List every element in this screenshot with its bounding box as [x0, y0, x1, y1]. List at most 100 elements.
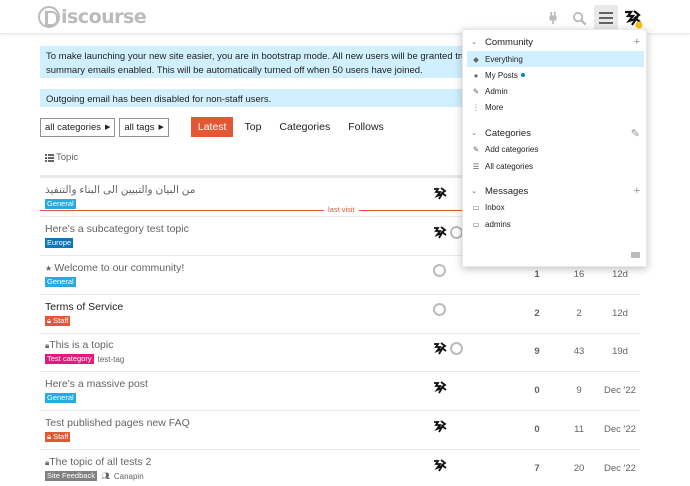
topic-posters [433, 225, 463, 239]
poster-avatar[interactable] [433, 458, 447, 472]
reply-count[interactable]: 0 [525, 385, 549, 396]
view-count: 11 [574, 424, 584, 435]
activity-time[interactable]: Dec '22 [600, 463, 640, 474]
categories-dropdown[interactable]: all categories ▶ [40, 117, 116, 137]
keyboard-icon[interactable] [631, 252, 640, 258]
topic-title-link[interactable]: Here's a subcategory test topic [45, 223, 189, 235]
poster-avatar[interactable] [433, 225, 447, 239]
menu-item-label: More [485, 102, 504, 112]
activity-time[interactable]: 19d [600, 346, 640, 357]
menu-item-all-categories[interactable]: ☰ All categories [467, 158, 644, 174]
reply-count[interactable]: 9 [525, 346, 549, 357]
topic-posters [433, 303, 446, 316]
topic-categories: 🔒︎ Staff [45, 316, 74, 326]
caret-right-icon: ▶ [158, 124, 164, 131]
avatar[interactable] [622, 7, 644, 29]
menu-item-add-categories[interactable]: ✎ Add categories [467, 141, 644, 157]
view-count: 16 [573, 269, 585, 280]
reply-count[interactable]: 7 [525, 463, 549, 474]
poster-avatar[interactable] [433, 186, 447, 200]
topic-posters [433, 264, 446, 277]
topic-categories: Site Feedback 👥︎ Canapin [45, 471, 144, 481]
categories-section-title: Categories [485, 127, 531, 139]
tags-dropdown[interactable]: all tags ▶ [119, 117, 169, 137]
category-badge[interactable]: General [45, 199, 76, 209]
category-badge[interactable]: 🔒︎ Staff [45, 316, 71, 326]
menu-item-label: All categories [485, 161, 534, 171]
view-count: 2 [576, 308, 582, 319]
poster-avatar[interactable] [433, 419, 447, 433]
site-logo[interactable]: iscourse [38, 5, 147, 29]
categories-dropdown-label: all categories [45, 121, 101, 133]
topic-row: Here's a massive post General 0 9 Dec '22 [40, 372, 640, 411]
users-icon: 👥︎ [100, 473, 110, 480]
topic-title-link[interactable]: 🔒︎The topic of all tests 2 [45, 456, 151, 468]
topic-title-link[interactable]: Terms of Service [45, 301, 123, 313]
topic-navigation: all categories ▶ all tags ▶ Latest Top C… [40, 117, 391, 137]
topic-row: 🔒︎This is a topic Test category test-tag 9 4… [40, 333, 640, 372]
topic-tag[interactable]: test-tag [98, 355, 125, 364]
nav-categories[interactable]: Categories [272, 117, 337, 137]
menu-item-label: Add categories [485, 144, 539, 154]
messages-section-header[interactable]: ⌄ Messages + [463, 183, 648, 199]
category-badge[interactable]: 🔒︎ Staff [45, 432, 71, 442]
menu-item-everything[interactable]: ◆ Everything [467, 51, 644, 67]
category-badge[interactable]: General [45, 277, 76, 287]
topic-title-link[interactable]: Test published pages new FAQ [45, 417, 190, 429]
tags-dropdown-label: all tags [124, 121, 155, 133]
poster-avatar[interactable] [433, 264, 446, 277]
category-badge[interactable]: General [45, 393, 76, 403]
category-badge[interactable]: Test category [45, 354, 94, 364]
vertical-ellipsis-icon: ⋮ [472, 102, 480, 112]
menu-item-more[interactable]: ⋮ More [467, 99, 644, 115]
poster-avatar[interactable] [450, 341, 463, 355]
menu-item-label: Inbox [485, 202, 505, 212]
activity-time[interactable]: Dec '22 [600, 424, 640, 435]
menu-item-inbox[interactable]: ▭ Inbox [467, 199, 644, 215]
topic-categories: Test category test-tag [45, 354, 124, 364]
poster-avatar[interactable] [433, 341, 447, 355]
category-badge[interactable]: Site Feedback [45, 471, 97, 481]
menu-item-my-posts[interactable]: ● My Posts [467, 67, 644, 83]
plus-icon[interactable]: + [634, 185, 640, 197]
reply-count[interactable]: 0 [525, 424, 549, 435]
last-visit-label: last visit [324, 205, 359, 214]
topic-posters [433, 380, 447, 394]
topic-column-header[interactable]: Topic [45, 152, 78, 163]
menu-item-label: Admin [485, 86, 508, 96]
topic-title-link[interactable]: Here's a massive post [45, 378, 148, 390]
pencil-icon[interactable]: ✎ [631, 127, 640, 140]
nav-follows[interactable]: Follows [341, 117, 391, 137]
menu-item-admin[interactable]: ✎ Admin [467, 83, 644, 99]
search-icon[interactable] [568, 7, 590, 29]
reply-count[interactable]: 1 [525, 269, 549, 280]
topic-title-link[interactable]: ★ Welcome to our community! [45, 262, 184, 274]
nav-latest[interactable]: Latest [190, 117, 234, 137]
topic-row: Terms of Service 🔒︎ Staff 2 2 12d [40, 295, 640, 334]
reply-count[interactable]: 2 [525, 308, 549, 319]
activity-time[interactable]: Dec '22 [600, 385, 640, 396]
activity-time[interactable]: 12d [600, 308, 640, 319]
categories-section-header[interactable]: ⌄ Categories ✎ [463, 125, 648, 141]
topic-title-link[interactable]: من البيان والتبيين الى البناء والتنفيذ [45, 184, 195, 196]
nav-top[interactable]: Top [237, 117, 268, 137]
menu-item-admins[interactable]: ▭ admins [467, 216, 644, 232]
category-badge[interactable]: Europe [45, 238, 74, 248]
hamburger-menu-panel: ⌄ Community + ◆ Everything ● My Posts ✎ … [462, 29, 647, 267]
list-icon: ☰ [472, 161, 480, 171]
activity-time[interactable]: 12d [600, 269, 640, 280]
user-icon: ● [473, 70, 479, 80]
chevron-down-icon: ⌄ [471, 130, 477, 137]
layers-icon: ◆ [473, 54, 479, 64]
community-section-header[interactable]: ⌄ Community + [463, 34, 648, 50]
plug-icon[interactable] [542, 7, 564, 29]
topic-title-link[interactable]: 🔒︎This is a topic [45, 339, 113, 351]
hamburger-icon[interactable] [594, 5, 618, 31]
topic-categories: 🔒︎ Staff [45, 432, 74, 442]
topic-tag[interactable]: Canapin [114, 472, 144, 481]
menu-item-label: Everything [485, 54, 523, 64]
plus-icon[interactable]: + [634, 36, 640, 48]
topic-posters [433, 419, 447, 433]
poster-avatar[interactable] [433, 380, 447, 394]
poster-avatar[interactable] [433, 303, 446, 316]
